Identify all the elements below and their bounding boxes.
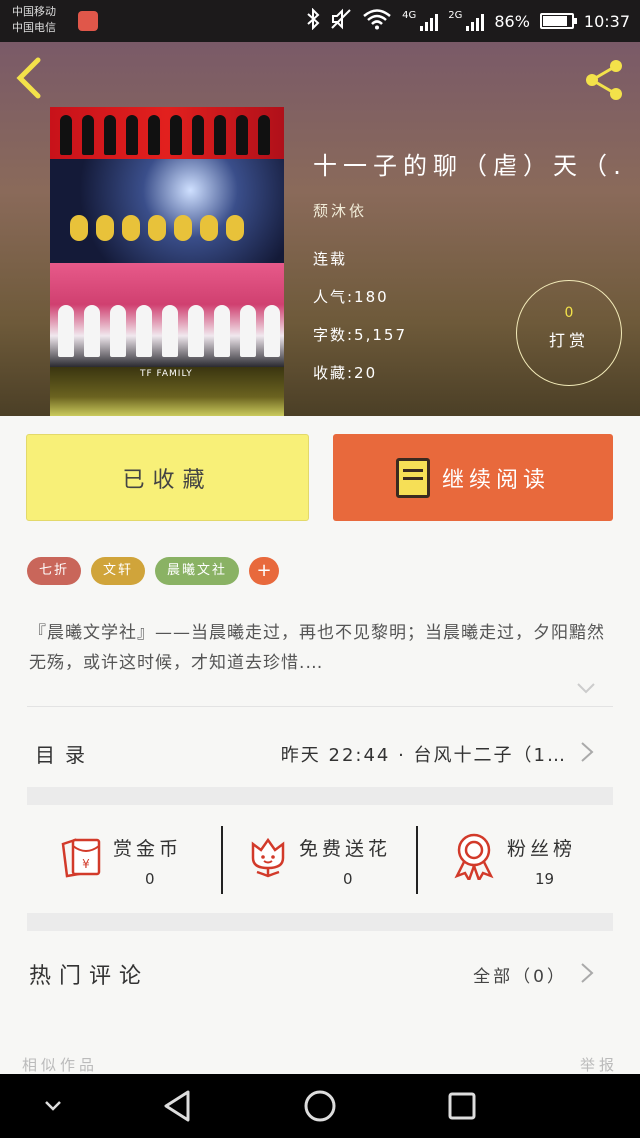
- book-title: 十一子的聊（虐）天（…: [313, 152, 623, 180]
- clock: 10:37: [583, 11, 630, 31]
- all-comments-link[interactable]: 全部（0）: [473, 962, 567, 987]
- coin-reward-stat[interactable]: ¥ 赏金币 0: [55, 822, 225, 896]
- book-header: TF FAMILY 十一子的聊（虐）天（… 颓沐依 连载 人气:180 字数:5…: [0, 42, 640, 416]
- catalog-row[interactable]: 目录 昨天 22:44 · 台风十二子（1…: [27, 727, 613, 777]
- latest-chapter: 昨天 22:44 · 台风十二子（1…: [280, 745, 567, 766]
- continue-reading-button[interactable]: 继续阅读: [333, 434, 613, 521]
- reward-button[interactable]: 0 打赏: [516, 280, 622, 386]
- svg-text:¥: ¥: [82, 857, 90, 871]
- bluetooth-icon: [306, 7, 320, 34]
- free-flower-value: 0: [343, 870, 353, 888]
- reward-count: 0: [564, 305, 574, 321]
- nav-recents-icon[interactable]: [446, 1090, 478, 1122]
- share-icon: [586, 60, 622, 100]
- book-word-count: 字数:5,157: [313, 326, 407, 344]
- share-button[interactable]: [580, 56, 628, 104]
- mute-icon: [330, 8, 352, 34]
- system-navigation-bar: [0, 1074, 640, 1138]
- red-envelope-icon: ¥: [61, 838, 101, 878]
- book-favorites: 收藏:20: [313, 364, 378, 382]
- cover-panel-stage: [50, 159, 284, 263]
- chevron-down-icon[interactable]: [575, 677, 597, 699]
- cover-panel-group: [50, 263, 284, 367]
- network-type-1: 4G: [402, 9, 417, 21]
- fan-ranking-stat[interactable]: 粉丝榜 19: [449, 822, 613, 896]
- collected-label: 已收藏: [122, 467, 213, 493]
- add-tag-button[interactable]: +: [249, 557, 280, 585]
- section-separator: [27, 913, 613, 931]
- status-icons: 4G 2G 86% 10:37: [306, 7, 630, 34]
- report-button[interactable]: 举报: [580, 1054, 618, 1075]
- support-stats: ¥ 赏金币 0 免费送花 0 粉丝榜 19: [27, 822, 613, 896]
- signal-strength-1-icon: [420, 11, 439, 31]
- catalog-label: 目录: [35, 743, 95, 767]
- status-bar: 中国移动 中国电信 4G 2G 86% 10:37: [0, 0, 640, 42]
- free-flower-label: 免费送花: [299, 838, 392, 860]
- medal-icon: [454, 833, 494, 880]
- stat-divider: [416, 826, 418, 894]
- carrier-2: 中国电信: [12, 21, 56, 34]
- flower-icon: [251, 837, 285, 878]
- battery-icon: [539, 13, 577, 29]
- book-intro[interactable]: 『晨曦文学社』——当晨曦走过，再也不见黎明；当晨曦走过，夕阳黯然无殇，或许这时候…: [29, 618, 614, 678]
- chevron-right-icon: [581, 742, 594, 762]
- tag-chenxi-club[interactable]: 晨曦文社: [155, 557, 240, 585]
- signal-strength-2-icon: [466, 11, 485, 31]
- fan-ranking-value: 19: [535, 870, 555, 888]
- chevron-right-icon: [581, 963, 594, 983]
- hot-comments-row[interactable]: 热门评论 全部（0）: [27, 950, 613, 1000]
- similar-works-label: 相似作品: [22, 1056, 99, 1074]
- hide-nav-chevron-icon[interactable]: [42, 1096, 64, 1116]
- chevron-left-icon: [16, 57, 41, 99]
- tag-discount[interactable]: 七折: [27, 557, 82, 585]
- nav-home-icon[interactable]: [302, 1088, 338, 1124]
- book-popularity: 人气:180: [313, 288, 389, 306]
- carrier-info: 中国移动 中国电信: [12, 4, 56, 36]
- battery-fill: [542, 16, 567, 26]
- book-author[interactable]: 颓沐依: [313, 200, 367, 221]
- book-cover[interactable]: TF FAMILY: [50, 107, 284, 416]
- book-icon: [395, 457, 430, 498]
- continue-reading-label: 继续阅读: [441, 467, 550, 493]
- cover-panel-caption: TF FAMILY: [50, 367, 284, 416]
- section-separator: [27, 787, 613, 805]
- coin-reward-label: 赏金币: [113, 838, 183, 860]
- divider: [27, 706, 613, 707]
- cover-caption: TF FAMILY: [140, 369, 193, 379]
- nav-back-icon[interactable]: [160, 1088, 194, 1124]
- fan-ranking-label: 粉丝榜: [507, 838, 577, 860]
- hot-comments-label: 热门评论: [29, 964, 150, 989]
- notification-app-icon: [78, 11, 98, 31]
- coin-reward-value: 0: [145, 870, 155, 888]
- cover-panel-silhouettes: [50, 107, 284, 159]
- tag-wenxuan[interactable]: 文轩: [91, 557, 146, 585]
- book-status: 连载: [313, 250, 348, 268]
- stat-divider: [221, 826, 223, 894]
- reward-label: 打赏: [548, 331, 589, 350]
- collected-button[interactable]: 已收藏: [26, 434, 309, 521]
- carrier-1: 中国移动: [12, 5, 56, 18]
- free-flower-stat[interactable]: 免费送花 0: [243, 822, 423, 896]
- tag-list: 七折 文轩 晨曦文社 +: [27, 557, 280, 585]
- back-button[interactable]: [14, 56, 54, 99]
- wifi-icon: [362, 8, 392, 34]
- battery-percent: 86%: [494, 11, 530, 31]
- network-type-2: 2G: [448, 9, 463, 21]
